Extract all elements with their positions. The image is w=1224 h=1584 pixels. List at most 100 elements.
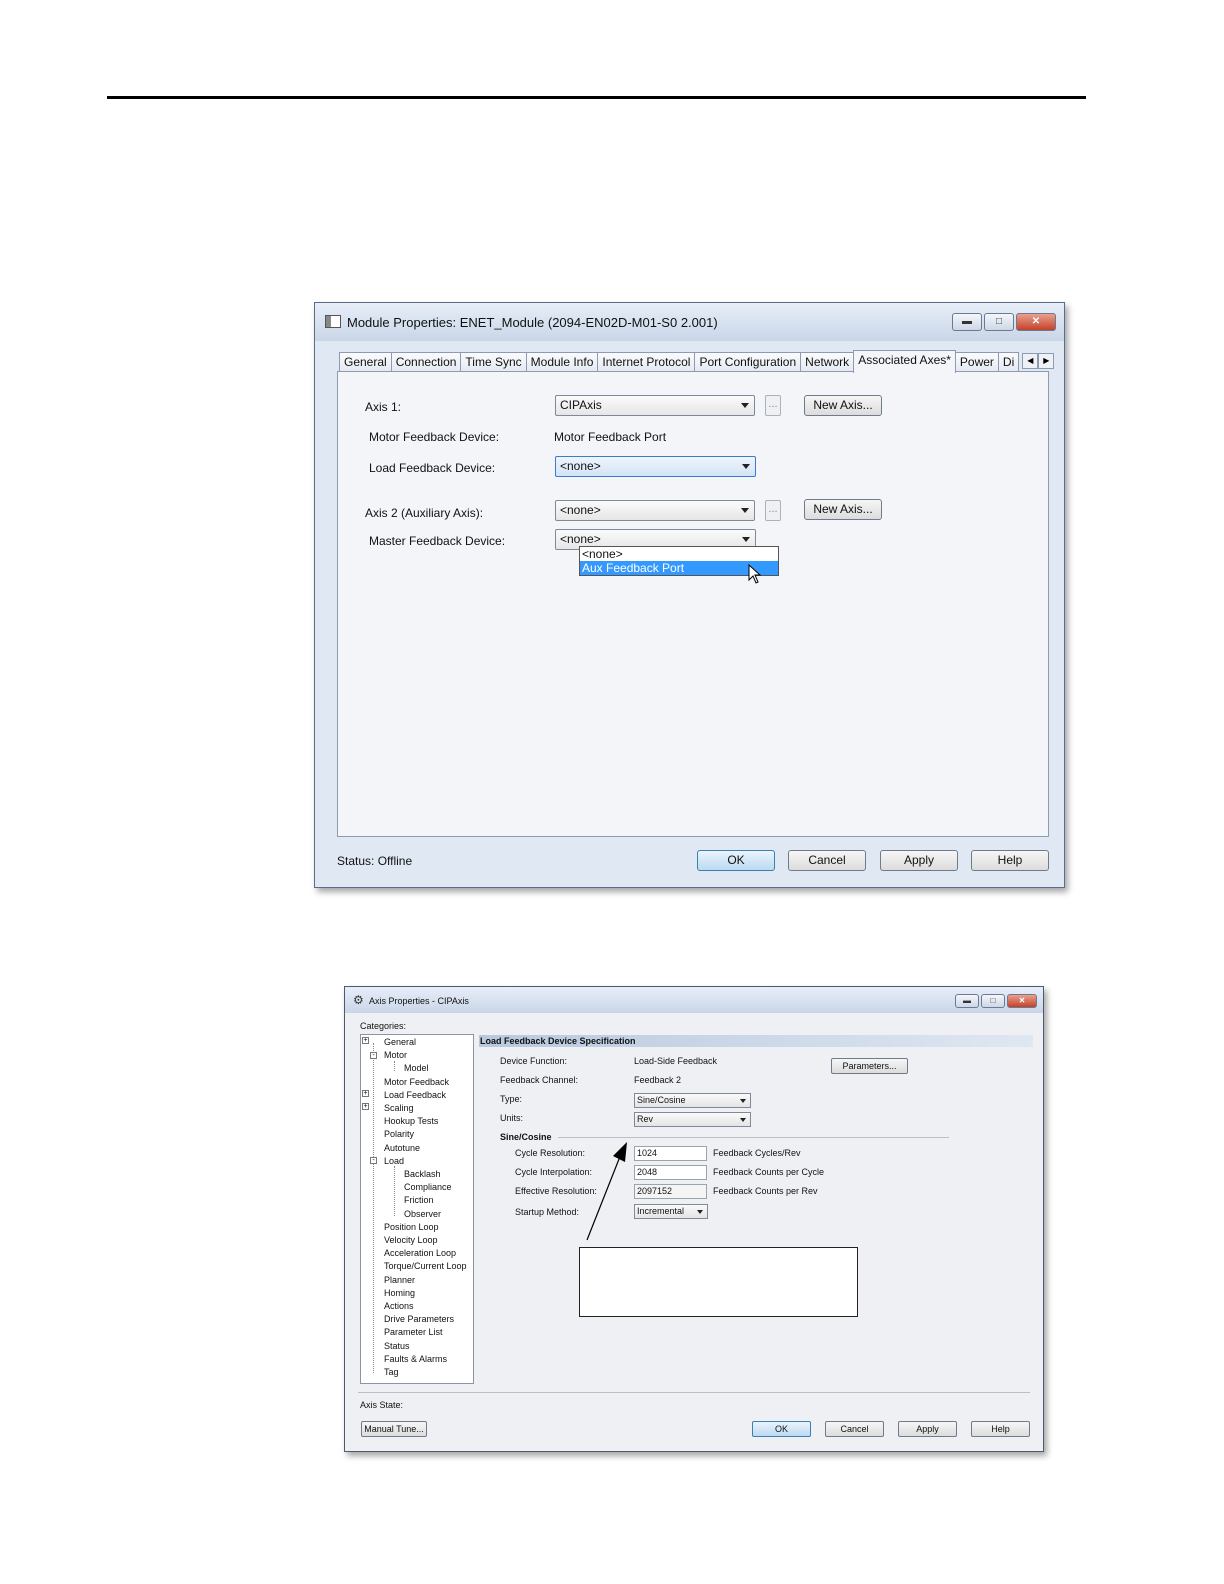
axis1-new-axis-button[interactable]: New Axis... [804,395,882,416]
associated-axes-panel: Axis 1: CIPAxis ... New Axis... Motor Fe… [337,371,1049,837]
tree-item-compliance[interactable]: Compliance [404,1182,452,1192]
tree-item-drive-parameters[interactable]: Drive Parameters [384,1314,454,1324]
units-label: Units: [500,1113,524,1123]
tab-connection[interactable]: Connection [390,352,462,373]
tab-scroller: ◀ ▶ [1022,353,1055,369]
tree-item-homing[interactable]: Homing [384,1288,415,1298]
load-feedback-value: <none> [560,459,601,473]
mouse-cursor-icon [748,564,762,584]
tree-item-acceleration-loop[interactable]: Acceleration Loop [384,1248,456,1258]
categories-label: Categories: [360,1021,407,1031]
chevron-down-icon [742,537,750,542]
tree-item-parameter-list[interactable]: Parameter List [384,1327,443,1337]
axis2-browse-button[interactable]: ... [765,500,781,521]
tree-item-scaling[interactable]: Scaling [384,1103,414,1113]
cycle-resolution-input[interactable]: 1024 [634,1146,707,1161]
collapse-icon[interactable]: - [370,1052,377,1059]
tab-network[interactable]: Network [800,352,855,373]
chevron-left-icon[interactable]: ◀ [1022,353,1039,369]
tree-item-motor-feedback[interactable]: Motor Feedback [384,1077,449,1087]
maximize-icon[interactable]: □ [984,313,1014,331]
tab-internet-protocol[interactable]: Internet Protocol [597,352,696,373]
device-function-label: Device Function: [500,1056,568,1066]
cycle-interpolation-unit: Feedback Counts per Cycle [713,1167,825,1177]
cycle-resolution-label: Cycle Resolution: [515,1148,586,1158]
status-text: Status: Offline [337,854,413,868]
load-feedback-select[interactable]: <none> [555,456,756,477]
tree-item-tag[interactable]: Tag [384,1367,399,1377]
expand-icon[interactable]: + [362,1090,369,1097]
ok-button[interactable]: OK [752,1421,811,1437]
help-button[interactable]: Help [971,1421,1030,1437]
startup-method-select[interactable]: Incremental [634,1204,708,1219]
tree-item-friction[interactable]: Friction [404,1195,434,1205]
chevron-down-icon [740,1099,746,1103]
tree-item-position-loop[interactable]: Position Loop [384,1222,439,1232]
cancel-button[interactable]: Cancel [825,1421,884,1437]
apply-button[interactable]: Apply [898,1421,957,1437]
tree-item-planner[interactable]: Planner [384,1275,415,1285]
axis1-browse-button[interactable]: ... [765,395,781,416]
tab-time-sync[interactable]: Time Sync [460,352,527,373]
tab-associated-axes[interactable]: Associated Axes* [853,350,956,373]
tree-item-hookup-tests[interactable]: Hookup Tests [384,1116,438,1126]
tab-port-configuration[interactable]: Port Configuration [694,352,802,373]
title-bar[interactable]: ⚙ Axis Properties - CIPAxis ▬ □ ✕ [345,987,1043,1013]
apply-button[interactable]: Apply [880,850,958,871]
tree-item-status[interactable]: Status [384,1341,410,1351]
axis1-select[interactable]: CIPAxis [555,395,755,416]
tree-item-velocity-loop[interactable]: Velocity Loop [384,1235,438,1245]
collapse-icon[interactable]: - [370,1157,377,1164]
expand-icon[interactable]: + [362,1103,369,1110]
tree-item-load-feedback[interactable]: Load Feedback [384,1090,446,1100]
manual-tune-button[interactable]: Manual Tune... [361,1421,427,1437]
close-icon[interactable]: ✕ [1016,313,1056,331]
expand-icon[interactable]: + [362,1037,369,1044]
axis2-new-axis-button[interactable]: New Axis... [804,499,882,520]
axis-properties-window: ⚙ Axis Properties - CIPAxis ▬ □ ✕ Catego… [344,986,1044,1452]
tab-general[interactable]: General [339,352,392,373]
tree-item-autotune[interactable]: Autotune [384,1143,420,1153]
title-bar[interactable]: Module Properties: ENET_Module (2094-EN0… [315,303,1064,341]
tree-item-model[interactable]: Model [404,1063,429,1073]
ok-button[interactable]: OK [697,850,775,871]
minimize-icon[interactable]: ▬ [955,994,979,1008]
help-button[interactable]: Help [971,850,1049,871]
tree-item-actions[interactable]: Actions [384,1301,414,1311]
tree-item-polarity[interactable]: Polarity [384,1129,414,1139]
tree-item-motor[interactable]: Motor [384,1050,407,1060]
master-feedback-label: Master Feedback Device: [369,534,506,548]
cancel-button[interactable]: Cancel [788,850,866,871]
chevron-down-icon [741,508,749,513]
axis2-select[interactable]: <none> [555,500,755,521]
tree-item-backlash[interactable]: Backlash [404,1169,441,1179]
tree-item-torque-current-loop[interactable]: Torque/Current Loop [384,1261,467,1271]
chevron-right-icon[interactable]: ▶ [1038,353,1055,369]
tab-module-info[interactable]: Module Info [525,352,599,373]
minimize-icon[interactable]: ▬ [952,313,982,331]
chevron-down-icon [742,464,750,469]
window-title: Module Properties: ENET_Module (2094-EN0… [347,315,718,330]
cycle-resolution-unit: Feedback Cycles/Rev [713,1148,801,1158]
sine-cosine-group-label: Sine/Cosine [500,1132,552,1142]
tab-strip: General Connection Time Sync Module Info… [339,350,1055,373]
tree-connector [373,1043,374,1373]
chevron-down-icon [740,1118,746,1122]
parameters-button[interactable]: Parameters... [831,1058,908,1074]
units-select[interactable]: Rev [634,1112,751,1127]
tree-item-load[interactable]: Load [384,1156,404,1166]
tree-item-faults-alarms[interactable]: Faults & Alarms [384,1354,447,1364]
tree-item-general[interactable]: General [384,1037,416,1047]
startup-method-value: Incremental [637,1206,685,1216]
type-select[interactable]: Sine/Cosine [634,1093,751,1108]
close-icon[interactable]: ✕ [1007,994,1037,1008]
bottom-separator [358,1392,1030,1393]
cycle-interpolation-label: Cycle Interpolation: [515,1167,593,1177]
tree-item-observer[interactable]: Observer [404,1209,441,1219]
dropdown-option-none[interactable]: <none> [580,547,778,561]
tab-power[interactable]: Power [954,352,999,373]
window-title: Axis Properties - CIPAxis [369,996,469,1006]
maximize-icon[interactable]: □ [981,994,1005,1008]
cycle-interpolation-input[interactable]: 2048 [634,1165,707,1180]
tab-di[interactable]: Di [997,352,1020,373]
